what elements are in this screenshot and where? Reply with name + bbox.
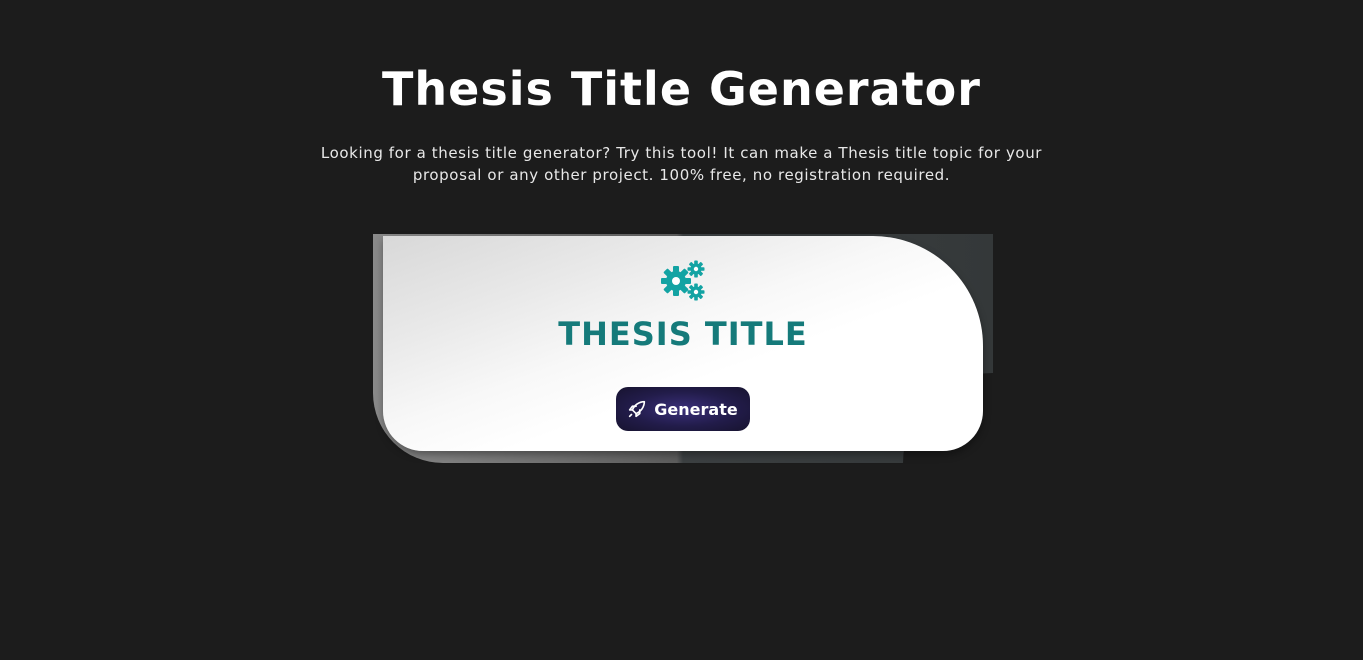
page: Thesis Title Generator Looking for a the…	[0, 0, 1363, 660]
page-description: Looking for a thesis title generator? Tr…	[320, 144, 1043, 184]
rocket-icon	[629, 400, 646, 418]
card-heading: THESIS TITLE	[558, 315, 808, 353]
page-title: Thesis Title Generator	[382, 62, 981, 116]
gears-icon	[661, 260, 705, 301]
generate-button[interactable]: Generate	[616, 387, 750, 431]
generate-button-label: Generate	[654, 399, 738, 419]
